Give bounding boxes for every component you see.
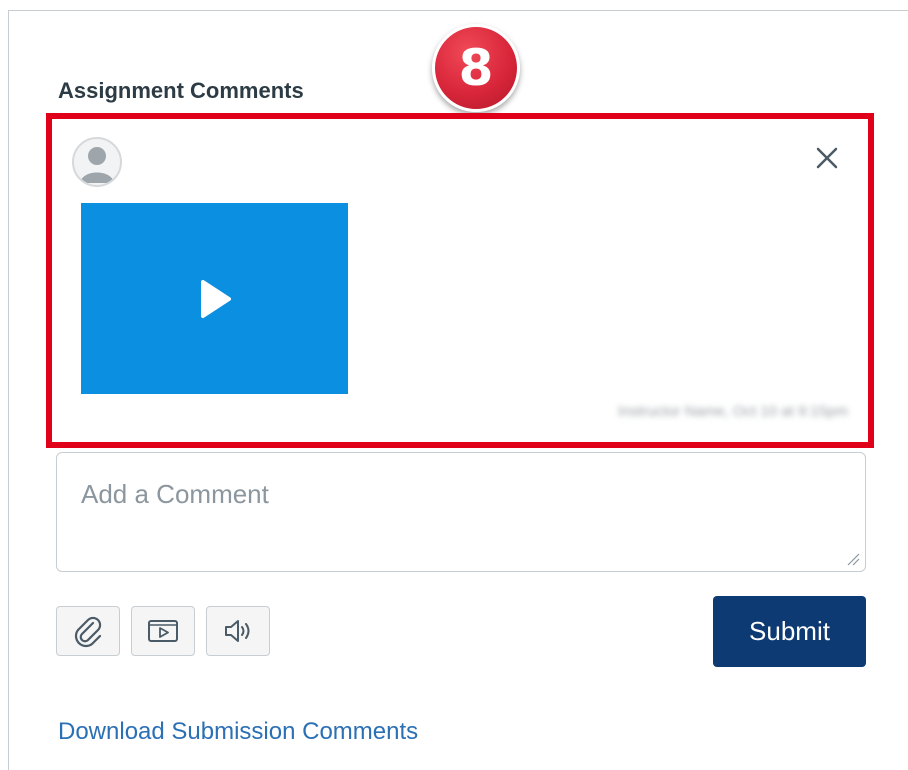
paperclip-icon xyxy=(74,616,102,648)
audio-comment-button[interactable] xyxy=(206,606,270,656)
section-title: Assignment Comments xyxy=(58,78,304,103)
highlight-box xyxy=(46,113,874,448)
comment-input[interactable] xyxy=(56,452,866,572)
resize-grip-icon[interactable] xyxy=(846,552,860,566)
media-comment-button[interactable] xyxy=(131,606,195,656)
attach-file-button[interactable] xyxy=(56,606,120,656)
download-submission-comments-link[interactable]: Download Submission Comments xyxy=(58,718,418,746)
speaker-icon xyxy=(225,620,250,642)
submit-button[interactable]: Submit xyxy=(713,596,866,667)
step-number-badge: 8 xyxy=(432,24,520,112)
media-comment-icon xyxy=(148,620,178,642)
